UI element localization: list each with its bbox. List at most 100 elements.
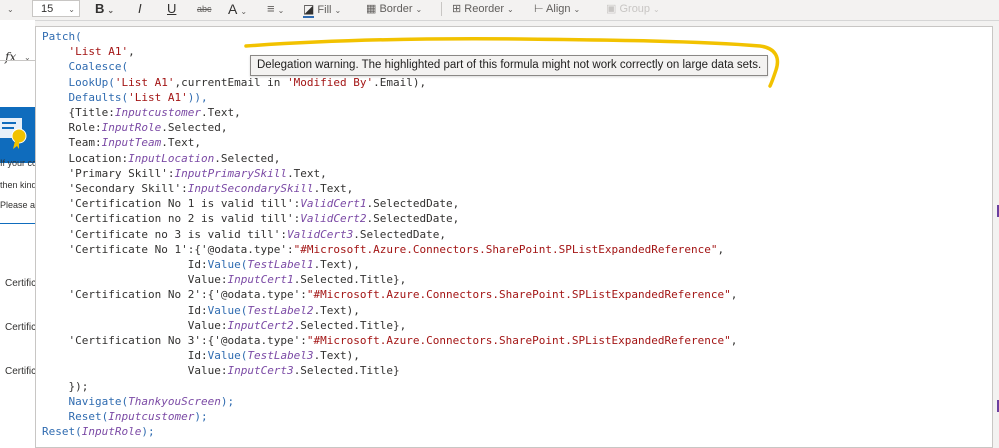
align-icon: ⊢ [534, 3, 544, 15]
paint-bucket-icon: ◪ [303, 2, 315, 18]
code-token: 'List A1' [114, 75, 175, 89]
code-token: "#Microsoft.Azure.Connectors.SharePoint.… [293, 242, 718, 256]
chevron-down-icon: ⌄ [277, 6, 285, 15]
code-token: Reset( [68, 410, 109, 424]
font-size-select[interactable]: 15 ⌄ [32, 0, 80, 17]
code-token: Id: [187, 349, 208, 363]
align-label: Align [546, 3, 571, 15]
code-token: Navigate( [68, 394, 129, 408]
delegation-warning-tooltip: Delegation warning. The highlighted part… [250, 55, 769, 76]
code-token: Value: [187, 364, 228, 378]
code-token: "#Microsoft.Azure.Connectors.SharePoint.… [306, 334, 731, 348]
chevron-down-icon: ⌄ [507, 5, 514, 14]
code-token: Inputcustomer [108, 410, 195, 424]
divider [0, 223, 35, 224]
fx-icon[interactable]: fx [5, 50, 16, 64]
dropdown-chevron-icon[interactable]: ⌄ [4, 0, 14, 18]
bold-button[interactable]: B ⌄ [95, 0, 114, 18]
strikethrough-button[interactable]: abc [197, 0, 212, 18]
chevron-down-icon: ⌄ [240, 7, 248, 16]
code-token: Patch( [42, 30, 82, 43]
reorder-label: Reorder [464, 3, 505, 15]
formula-code[interactable]: Patch( 'List A1', Coalesce( LookUp('List… [42, 29, 737, 439]
tooltip-text: Delegation warning. The highlighted part… [257, 59, 762, 71]
text-align-button[interactable]: ≡ ⌄ [267, 0, 284, 18]
code-token: InputCert3 [227, 364, 294, 378]
code-token: .Selected.Title}, [293, 273, 407, 287]
italic-label: I [138, 1, 142, 16]
font-color-button[interactable]: A ⌄ [228, 0, 247, 18]
code-token: Id: [187, 258, 208, 272]
code-token: 'Certification No 1 is valid till': [68, 197, 301, 211]
code-token: LookUp( [68, 75, 115, 89]
certificate-label: Certific [5, 366, 35, 377]
code-token: InputLocation [128, 151, 215, 165]
code-token: .Selected, [214, 151, 281, 165]
code-token: ); [194, 410, 208, 424]
description-text: Please al [0, 200, 35, 210]
code-token: .SelectedDate, [366, 212, 460, 226]
code-token: Value( [207, 258, 248, 272]
code-token: ValidCert1 [300, 197, 367, 211]
align-button[interactable]: ⊢ Align ⌄ [534, 0, 580, 18]
divider [0, 60, 35, 61]
border-icon: ▦ [366, 3, 377, 15]
chevron-down-icon: ⌄ [653, 5, 660, 14]
code-token: InputSecondarySkill [187, 182, 314, 196]
formula-editor[interactable]: Patch( 'List A1', Coalesce( LookUp('List… [35, 26, 993, 448]
code-token: .Selected, [161, 121, 228, 135]
description-text: If your co [0, 158, 35, 168]
code-token: TestLabel3 [247, 349, 314, 363]
group-label: Group [619, 3, 651, 15]
code-token: .SelectedDate, [353, 227, 446, 241]
code-token: ThankyouScreen [128, 394, 221, 408]
code-token: Reset( [42, 425, 82, 439]
code-token: Coalesce( [68, 60, 129, 74]
italic-button[interactable]: I [138, 0, 142, 18]
code-token: InputCert2 [227, 318, 294, 332]
toolbar-divider [441, 2, 442, 16]
code-token: .SelectedDate, [366, 197, 460, 211]
underline-button[interactable]: U [167, 0, 176, 18]
certificate-label: Certific [5, 278, 35, 289]
chevron-down-icon: ⌄ [415, 5, 423, 14]
code-token: , [730, 288, 738, 302]
code-token: .Selected.Title} [293, 364, 400, 378]
code-token: InputRole [101, 121, 162, 135]
code-token: 'Modified By' [287, 75, 374, 89]
code-token: ValidCert3 [287, 227, 354, 241]
code-token: 'Primary Skill': [68, 166, 175, 180]
reorder-button[interactable]: ⊞ Reorder ⌄ [452, 0, 514, 18]
code-token: {Title: [68, 106, 115, 120]
underline-label: U [167, 1, 177, 16]
fill-button[interactable]: ◪ Fill ⌄ [303, 0, 341, 18]
code-token: .Text, [287, 166, 327, 180]
code-token: 'Certificate no 3 is valid till': [68, 227, 288, 241]
code-token: Value( [207, 349, 248, 363]
group-button[interactable]: ▣ Group ⌄ [606, 0, 660, 18]
code-token: .Text), [313, 303, 360, 317]
code-token: .Text), [313, 258, 360, 272]
certificate-icon [0, 118, 27, 149]
code-token: 'List A1' [128, 90, 188, 104]
certificate-label: Certific [5, 322, 35, 333]
code-token: , [717, 242, 725, 256]
chevron-down-icon: ⌄ [107, 6, 115, 15]
code-token: 'Certification No 3':{'@odata.type': [68, 334, 307, 348]
font-color-label: A [228, 1, 238, 17]
code-token: 'Certification No 2':{'@odata.type': [68, 288, 307, 302]
chevron-down-icon: ⌄ [334, 6, 342, 15]
code-token: Defaults( [68, 90, 129, 104]
code-token: , [730, 334, 738, 348]
code-token: Team: [68, 136, 102, 150]
border-button[interactable]: ▦ Border ⌄ [366, 0, 422, 18]
code-token: }); [68, 379, 89, 393]
vertical-scrollbar[interactable] [993, 26, 999, 448]
code-token: InputRole [81, 425, 142, 439]
code-token: .Selected.Title}, [293, 318, 407, 332]
code-token: Value: [187, 318, 228, 332]
code-token: Value: [187, 273, 228, 287]
code-token: InputTeam [101, 136, 162, 150]
code-token: ,currentEmail in [174, 75, 288, 89]
code-token: 'Secondary Skill': [68, 182, 188, 196]
